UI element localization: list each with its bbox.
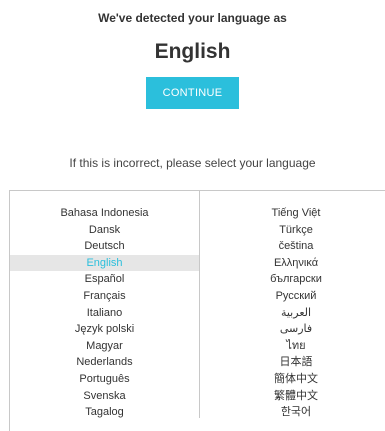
language-option[interactable]: български [201,271,385,288]
language-option[interactable]: Tiếng Việt [201,205,385,222]
language-column-right: Tiếng Việt Türkçe čeština Ελληνικά бълга… [201,205,385,421]
language-option[interactable]: 한국어 [201,404,385,421]
language-option[interactable]: Dansk [10,222,199,239]
detected-message: We've detected your language as [98,11,287,25]
language-option[interactable]: Język polski [10,321,199,338]
language-option[interactable]: Français [10,288,199,305]
language-option[interactable]: Italiano [10,305,199,322]
language-option[interactable]: Magyar [10,338,199,355]
language-option[interactable]: Bahasa Indonesia [10,205,199,222]
language-column-left: Bahasa Indonesia Dansk Deutsch English E… [10,191,200,418]
language-option[interactable]: ไทย [201,338,385,355]
language-option-selected[interactable]: English [10,254,199,272]
language-option[interactable]: Ελληνικά [201,255,385,272]
incorrect-language-prompt: If this is incorrect, please select your… [69,156,316,170]
language-option[interactable]: 簡体中文 [201,371,385,388]
detected-language-name: English [154,40,231,63]
language-option[interactable]: Português [10,371,199,388]
language-option[interactable]: 日本語 [201,354,385,371]
language-option[interactable]: Svenska [10,388,199,405]
language-option[interactable]: Русский [201,288,385,305]
language-option[interactable]: فارسی [201,321,385,338]
language-option[interactable]: Nederlands [10,354,199,371]
language-option[interactable]: العربية [201,305,385,322]
language-option[interactable]: Türkçe [201,222,385,239]
language-option[interactable]: Deutsch [10,238,199,255]
language-option[interactable]: 繁體中文 [201,388,385,405]
continue-button[interactable]: CONTINUE [146,77,239,109]
language-option[interactable]: Tagalog [10,404,199,421]
language-list: Bahasa Indonesia Dansk Deutsch English E… [9,190,385,431]
language-option[interactable]: Español [10,271,199,288]
language-option[interactable]: čeština [201,238,385,255]
